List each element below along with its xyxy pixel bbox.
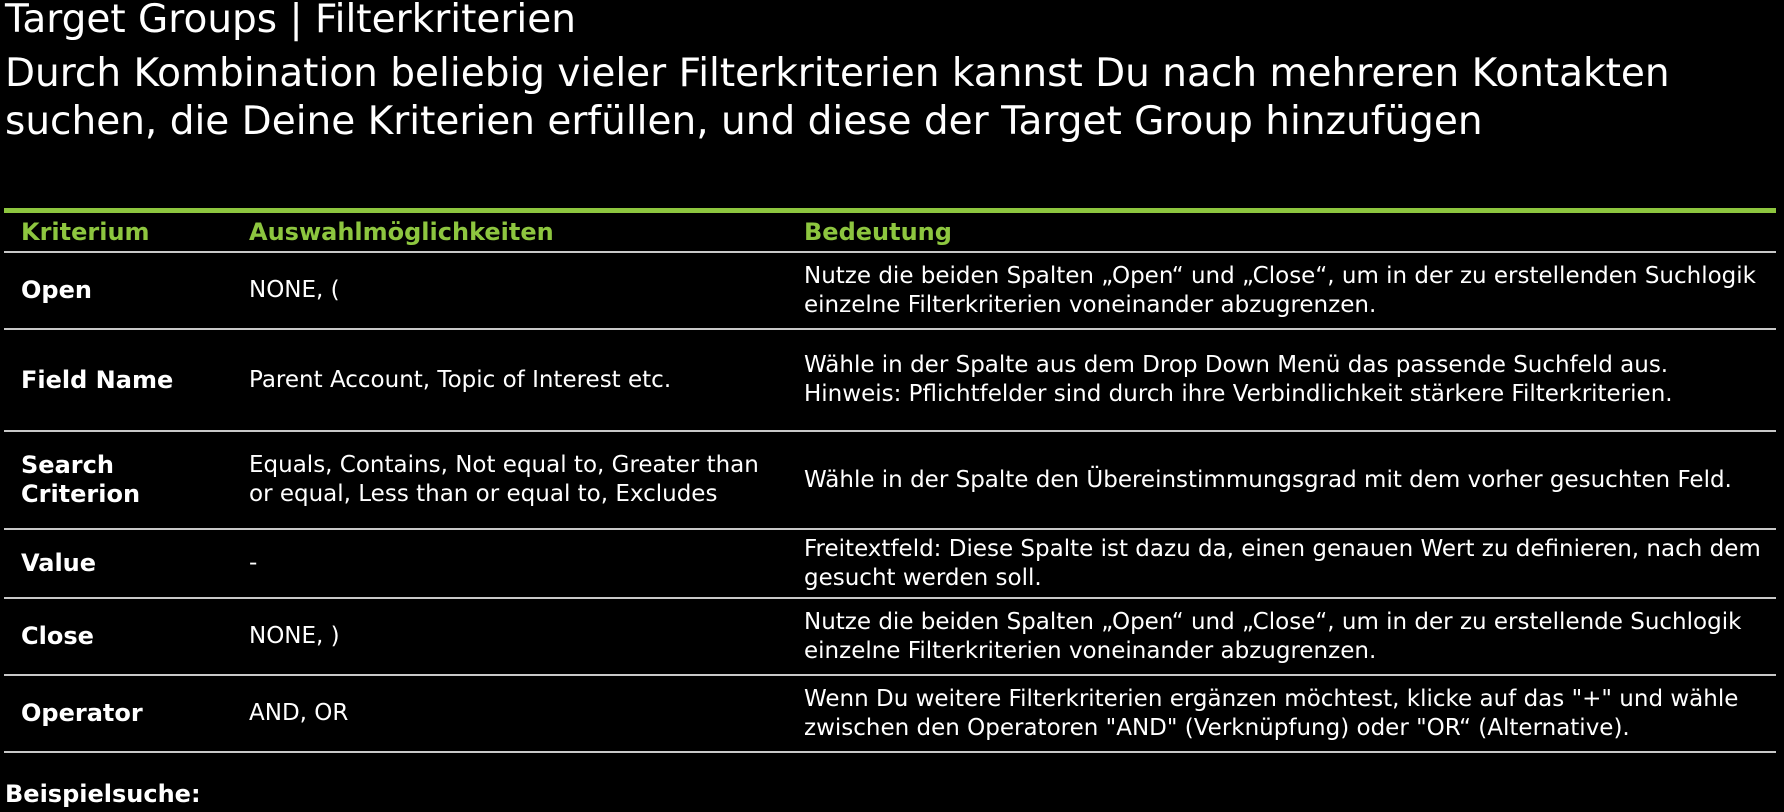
options-cell: Parent Account, Topic of Interest etc. — [232, 329, 788, 432]
meaning-cell: Freitextfeld: Diese Spalte ist dazu da, … — [788, 529, 1776, 599]
options-cell: NONE, ( — [232, 252, 788, 330]
meaning-cell: Wenn Du weitere Filterkriterien ergänzen… — [788, 675, 1776, 753]
criterion-cell: Close — [4, 598, 232, 676]
column-header-options: Auswahlmöglichkeiten — [232, 213, 788, 253]
table-row: Field Name Parent Account, Topic of Inte… — [4, 329, 1776, 432]
page-title: Target Groups | Filterkriterien — [5, 0, 576, 42]
column-header-criterion: Kriterium — [4, 213, 232, 253]
table-header-row: Kriterium Auswahlmöglichkeiten Bedeutung — [4, 213, 1776, 253]
meaning-cell: Wähle in der Spalte aus dem Drop Down Me… — [788, 329, 1776, 432]
meaning-cell: Wähle in der Spalte den Übereinstimmungs… — [788, 431, 1776, 530]
criterion-cell: Operator — [4, 675, 232, 753]
options-cell: AND, OR — [232, 675, 788, 753]
table-row: Close NONE, ) Nutze die beiden Spalten „… — [4, 598, 1776, 676]
table-row: Open NONE, ( Nutze die beiden Spalten „O… — [4, 252, 1776, 330]
criterion-cell: Field Name — [4, 329, 232, 432]
column-header-meaning: Bedeutung — [788, 213, 1776, 253]
options-cell: - — [232, 529, 788, 599]
page-subtitle: Durch Kombination beliebig vieler Filter… — [5, 51, 1670, 144]
table-row: Value - Freitextfeld: Diese Spalte ist d… — [4, 529, 1776, 599]
meaning-cell: Nutze die beiden Spalten „Open“ und „Clo… — [788, 252, 1776, 330]
table-row: Operator AND, OR Wenn Du weitere Filterk… — [4, 675, 1776, 753]
criterion-cell: Value — [4, 529, 232, 599]
table-row: Search Criterion Equals, Contains, Not e… — [4, 431, 1776, 530]
criterion-cell: Open — [4, 252, 232, 330]
example-search-label: Beispielsuche: — [5, 780, 201, 808]
meaning-cell: Nutze die beiden Spalten „Open“ und „Clo… — [788, 598, 1776, 676]
filter-criteria-table: Kriterium Auswahlmöglichkeiten Bedeutung… — [4, 208, 1776, 753]
options-cell: Equals, Contains, Not equal to, Greater … — [232, 431, 788, 530]
criterion-cell: Search Criterion — [4, 431, 232, 530]
options-cell: NONE, ) — [232, 598, 788, 676]
